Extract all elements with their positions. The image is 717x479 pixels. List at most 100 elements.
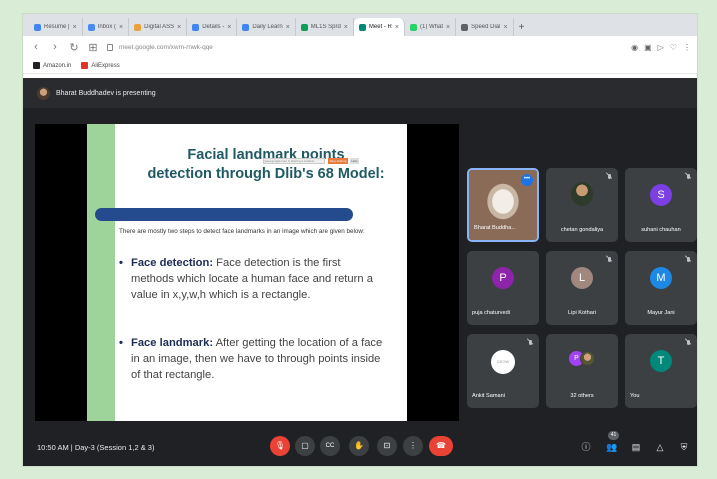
participant-name: Mayur Jani xyxy=(647,310,675,316)
present-icon: ⊡ xyxy=(383,441,391,450)
meeting-info: 10:50 AM | Day-3 (Session 1,2 & 3) xyxy=(37,443,154,452)
more-options-icon[interactable]: ••• xyxy=(521,174,533,186)
browser-tab[interactable]: Resume | × xyxy=(29,18,83,36)
tab-favicon-icon xyxy=(358,23,366,31)
close-icon[interactable]: × xyxy=(73,24,77,31)
more-vert-icon: ⋮ xyxy=(409,441,417,450)
participant-avatar xyxy=(571,182,593,206)
participant-tile[interactable]: CEOW Ankit Samani xyxy=(467,334,539,408)
mic-off-icon: 🎙 xyxy=(274,441,286,450)
hide-button[interactable]: Hide xyxy=(350,158,359,164)
browser-tab[interactable]: Digital ASS × xyxy=(129,18,188,36)
mic-off-icon xyxy=(685,174,691,181)
camera-toggle-button[interactable]: ▢ xyxy=(295,436,315,456)
participant-avatar: L xyxy=(571,267,593,289)
bookmarks-bar: Amazon.in AliExpress xyxy=(23,58,697,74)
captions-button[interactable]: CC xyxy=(320,436,340,456)
browser-tab[interactable]: Inbox (× xyxy=(83,18,130,36)
present-button[interactable]: ⊡ xyxy=(377,436,397,456)
people-icon[interactable]: 👥 xyxy=(605,440,619,454)
activities-icon[interactable]: △ xyxy=(653,440,667,454)
close-icon[interactable]: × xyxy=(344,24,348,31)
tab-favicon-icon xyxy=(87,23,95,31)
mic-off-icon xyxy=(606,257,612,264)
browser-tab-active[interactable]: Meet - R × xyxy=(353,18,405,36)
back-icon[interactable]: ‹ xyxy=(31,41,41,53)
slide: Facial landmark points detection through… xyxy=(87,124,407,421)
presentation-stage[interactable]: Facial landmark points detection through… xyxy=(35,124,459,421)
mic-toggle-button[interactable]: 🎙 xyxy=(270,436,290,456)
close-icon[interactable]: × xyxy=(395,24,399,31)
forward-icon[interactable]: › xyxy=(50,41,60,53)
participant-tile[interactable]: P puja chaturvedi xyxy=(467,251,539,325)
participant-name: Bharat Buddha... xyxy=(474,225,516,231)
meeting-name: Day-3 (Session 1,2 & 3) xyxy=(74,443,155,452)
toolbar-icons: ◉ ▣ ▷ ♡ ⋮ xyxy=(631,43,691,52)
share-notice: meet.google.com is sharing a window xyxy=(263,158,325,164)
browser-tab[interactable]: ML1S Sprd × xyxy=(296,18,354,36)
screenshot-frame: Resume | × Inbox (× Digital ASS × Details … xyxy=(22,13,698,467)
participant-tile[interactable]: ••• Bharat Buddha... xyxy=(467,168,539,242)
participant-logo: CEOW xyxy=(491,350,515,374)
participant-avatar: S xyxy=(650,184,672,206)
raise-hand-button[interactable]: ✋ xyxy=(349,436,369,456)
browser-tab[interactable]: Speed Dial × xyxy=(456,18,514,36)
browser-tab[interactable]: (1) What × xyxy=(405,18,457,36)
slide-title-line2: detection through Dlib's 68 Model: xyxy=(147,166,385,182)
menu-icon[interactable]: ⋮ xyxy=(683,43,691,52)
bookmark-label: Amazon.in xyxy=(43,62,72,69)
tab-label: ML1S Sprd xyxy=(310,24,341,30)
bookmark-aliexpress[interactable]: AliExpress xyxy=(81,62,120,69)
captions-icon: CC xyxy=(325,443,335,449)
bookmark-amazon[interactable]: Amazon.in xyxy=(33,62,71,69)
stop-sharing-button[interactable]: Stop sharing xyxy=(328,158,348,164)
heart-icon[interactable]: ♡ xyxy=(670,43,677,52)
self-tile[interactable]: T You xyxy=(625,334,697,408)
url-field[interactable]: meet.google.com/xwm-rnwk-qqe xyxy=(107,40,622,55)
close-icon[interactable]: × xyxy=(227,24,231,31)
tab-label: Resume | xyxy=(44,24,70,30)
camera-icon[interactable]: ◉ xyxy=(631,43,638,52)
participant-name: suhani chauhan xyxy=(641,227,681,233)
play-icon[interactable]: ▷ xyxy=(658,43,664,52)
close-icon[interactable]: × xyxy=(503,24,507,31)
tab-label: Details - xyxy=(202,24,225,30)
host-controls-icon[interactable]: ⛨ xyxy=(677,440,691,454)
aliexpress-icon xyxy=(81,62,89,69)
new-tab-button[interactable]: + xyxy=(514,18,530,36)
meet-window: Bharat Buddhadev is presenting Facial la… xyxy=(23,78,697,466)
amazon-icon xyxy=(33,62,40,69)
participant-tile[interactable]: M Mayur Jani xyxy=(625,251,697,325)
close-icon[interactable]: × xyxy=(177,24,181,31)
close-icon[interactable]: × xyxy=(286,24,290,31)
tab-label: Speed Dial xyxy=(471,24,501,30)
leave-call-button[interactable]: ☎ xyxy=(429,436,453,456)
close-icon[interactable]: × xyxy=(119,24,123,31)
tab-label: Meet - R xyxy=(368,24,392,30)
apps-icon[interactable]: ⊞ xyxy=(88,41,98,54)
tab-favicon-icon xyxy=(192,23,200,31)
clock-time: 10:50 AM xyxy=(37,443,69,452)
tab-favicon-icon xyxy=(300,23,308,31)
chat-icon[interactable]: ▤ xyxy=(629,440,643,454)
reload-icon[interactable]: ↻ xyxy=(69,41,79,54)
participant-name: You xyxy=(630,393,640,399)
tab-favicon-icon xyxy=(461,23,469,31)
participant-avatar: T xyxy=(650,350,672,372)
info-icon[interactable]: ⓘ xyxy=(579,440,593,454)
others-tile[interactable]: P 32 others xyxy=(546,334,618,408)
participant-tile[interactable]: S suhani chauhan xyxy=(625,168,697,242)
browser-tab[interactable]: Details - × xyxy=(187,18,238,36)
tab-label: Digital ASS xyxy=(144,24,175,30)
bookmark-label: AliExpress xyxy=(91,62,120,69)
participant-tile[interactable]: L Lipi Kothari xyxy=(546,251,618,325)
browser-tab[interactable]: Daily Learn × xyxy=(237,18,296,36)
more-options-button[interactable]: ⋮ xyxy=(403,436,423,456)
participant-tile[interactable]: chetan gondaliya xyxy=(546,168,618,242)
mic-off-icon xyxy=(685,257,691,264)
participant-name: puja chaturvedi xyxy=(472,310,510,316)
separator: | xyxy=(70,443,73,452)
screenshot-icon[interactable]: ▣ xyxy=(644,43,652,52)
participant-name: Ankit Samani xyxy=(472,393,505,399)
close-icon[interactable]: × xyxy=(446,24,450,31)
